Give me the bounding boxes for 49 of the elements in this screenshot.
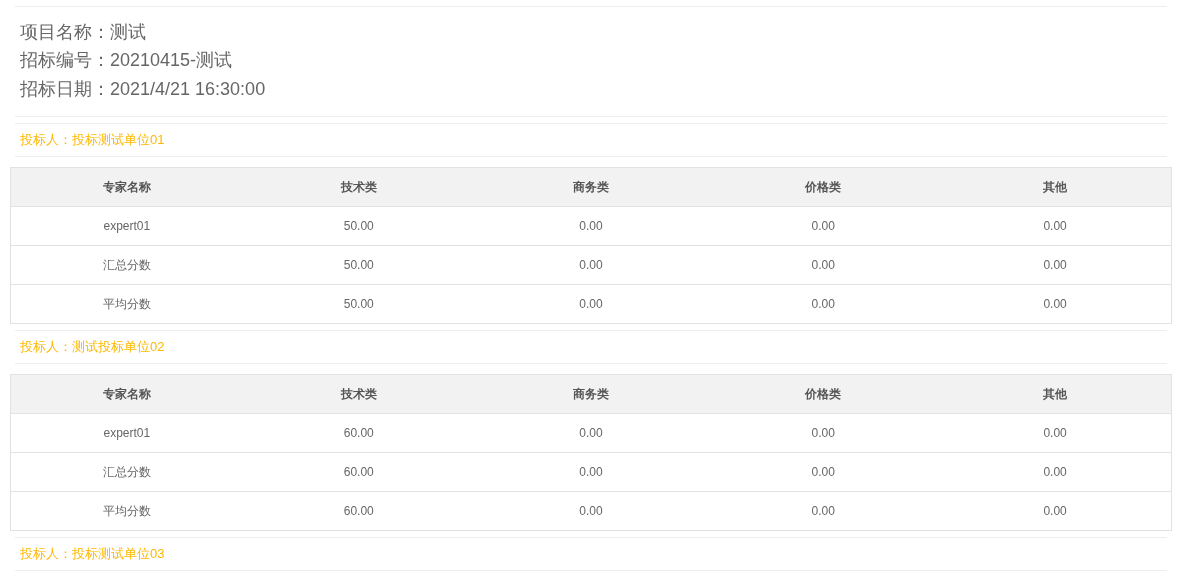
table-cell: 汇总分数 xyxy=(10,245,243,284)
table-cell: 平均分数 xyxy=(10,491,243,530)
column-header: 价格类 xyxy=(707,374,940,413)
table-cell: 0.00 xyxy=(474,284,708,323)
column-header: 商务类 xyxy=(474,374,708,413)
table-cell: 0.00 xyxy=(474,452,708,491)
table-cell: 0.00 xyxy=(707,491,940,530)
table-cell: 50.00 xyxy=(242,284,475,323)
table-cell: 0.00 xyxy=(707,284,940,323)
table-cell: 0.00 xyxy=(474,206,708,245)
table-cell: 0.00 xyxy=(707,452,940,491)
table-cell: 0.00 xyxy=(707,413,940,452)
table-cell: 60.00 xyxy=(242,413,475,452)
column-header: 专家名称 xyxy=(10,167,243,206)
table-cell: 60.00 xyxy=(242,491,475,530)
table-cell: expert01 xyxy=(10,413,243,452)
bidder-title: 投标人：投标测试单位03 xyxy=(20,544,165,563)
table-cell: 汇总分数 xyxy=(10,452,243,491)
field-value: 20210415-测试 xyxy=(110,49,233,73)
field-label: 项目名称： xyxy=(20,20,110,44)
field-value: 2021/4/21 16:30:00 xyxy=(110,77,266,101)
column-header: 价格类 xyxy=(707,167,940,206)
column-header: 技术类 xyxy=(242,167,475,206)
column-header: 技术类 xyxy=(242,374,475,413)
table-cell: 0.00 xyxy=(474,245,708,284)
table-cell: 0.00 xyxy=(939,452,1172,491)
table-cell: 50.00 xyxy=(242,206,475,245)
table-cell: 60.00 xyxy=(242,452,475,491)
bidder-title: 投标人：投标测试单位01 xyxy=(20,130,165,149)
column-header: 其他 xyxy=(939,374,1172,413)
table-cell: 0.00 xyxy=(939,206,1172,245)
table-cell: expert01 xyxy=(10,206,243,245)
table-cell: 0.00 xyxy=(939,245,1172,284)
field-label: 招标编号： xyxy=(20,49,110,73)
column-header: 专家名称 xyxy=(10,374,243,413)
column-header: 商务类 xyxy=(474,167,708,206)
field-value: 测试 xyxy=(110,20,146,44)
column-header: 其他 xyxy=(939,167,1172,206)
table-cell: 0.00 xyxy=(939,491,1172,530)
table-cell: 0.00 xyxy=(939,413,1172,452)
table-cell: 50.00 xyxy=(242,245,475,284)
field-label: 招标日期： xyxy=(20,77,110,101)
bidder-title: 投标人：测试投标单位02 xyxy=(20,337,165,356)
table-cell: 0.00 xyxy=(707,206,940,245)
table-cell: 平均分数 xyxy=(10,284,243,323)
table-cell: 0.00 xyxy=(939,284,1172,323)
table-cell: 0.00 xyxy=(707,245,940,284)
table-cell: 0.00 xyxy=(474,491,708,530)
table-cell: 0.00 xyxy=(474,413,708,452)
